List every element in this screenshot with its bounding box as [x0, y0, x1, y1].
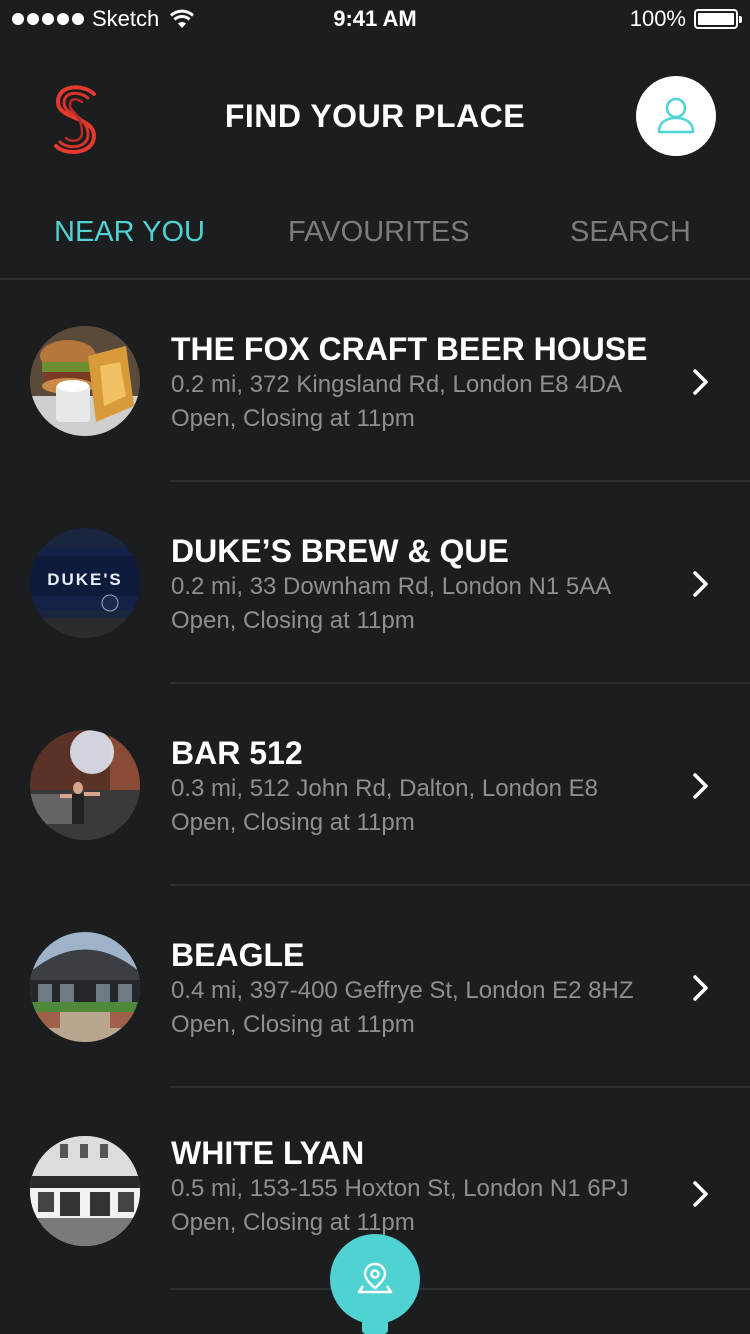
chevron-right-icon	[693, 975, 708, 1001]
place-name: WHITE LYAN	[171, 1135, 365, 1171]
place-thumbnail: DUKE'S	[30, 528, 140, 638]
place-name: THE FOX CRAFT BEER HOUSE	[171, 331, 648, 367]
tab-favourites[interactable]: FAVOURITES	[288, 216, 470, 249]
place-address: 0.5 mi, 153-155 Hoxton St, London N1 6PJ	[171, 1175, 629, 1202]
chevron-right-icon	[693, 1181, 708, 1207]
place-status: Open, Closing at 11pm	[171, 1209, 415, 1236]
chevron-right-icon	[693, 773, 708, 799]
place-thumbnail	[30, 730, 140, 840]
place-info: THE FOX CRAFT BEER HOUSE 0.2 mi, 372 Kin…	[171, 330, 647, 436]
place-status: Open, Closing at 11pm	[171, 1011, 415, 1038]
status-bar: Sketch 9:41 AM 100%	[0, 0, 750, 40]
place-info: DUKE’S BREW & QUE 0.2 mi, 33 Downham Rd,…	[171, 532, 611, 638]
place-thumbnail	[30, 932, 140, 1042]
list-item[interactable]: BEAGLE 0.4 mi, 397-400 Geffrye St, Londo…	[0, 886, 750, 1088]
chevron-right-icon	[693, 571, 708, 597]
list-item[interactable]: THE FOX CRAFT BEER HOUSE 0.2 mi, 372 Kin…	[0, 280, 750, 482]
place-thumbnail	[30, 1136, 140, 1246]
place-info: WHITE LYAN 0.5 mi, 153-155 Hoxton St, Lo…	[171, 1134, 629, 1240]
battery-icon	[694, 9, 742, 29]
status-right: 100%	[629, 6, 742, 32]
list-item[interactable]: BAR 512 0.3 mi, 512 John Rd, Dalton, Lon…	[0, 684, 750, 886]
place-info: BEAGLE 0.4 mi, 397-400 Geffrye St, Londo…	[171, 936, 634, 1042]
place-info: BAR 512 0.3 mi, 512 John Rd, Dalton, Lon…	[171, 734, 598, 840]
tab-search[interactable]: SEARCH	[570, 216, 691, 249]
chevron-right-icon	[693, 369, 708, 395]
list-item[interactable]: DUKE'S DUKE’S BREW & QUE 0.2 mi, 33 Down…	[0, 482, 750, 684]
place-name: BEAGLE	[171, 937, 305, 973]
header: FIND YOUR PLACE	[0, 60, 750, 180]
place-address: 0.3 mi, 512 John Rd, Dalton, London E8	[171, 775, 598, 802]
battery-percent: 100%	[629, 6, 686, 31]
place-name: DUKE’S BREW & QUE	[171, 533, 509, 569]
place-address: 0.4 mi, 397-400 Geffrye St, London E2 8H…	[171, 977, 634, 1004]
tab-near-you[interactable]: NEAR YOU	[54, 216, 205, 249]
place-thumbnail	[30, 326, 140, 436]
places-list: THE FOX CRAFT BEER HOUSE 0.2 mi, 372 Kin…	[0, 280, 750, 1290]
map-pin-icon	[357, 1262, 393, 1294]
map-button[interactable]	[330, 1234, 420, 1324]
place-name: BAR 512	[171, 735, 303, 771]
divider	[170, 1288, 750, 1290]
place-status: Open, Closing at 11pm	[171, 809, 415, 836]
place-address: 0.2 mi, 33 Downham Rd, London N1 5AA	[171, 573, 612, 600]
tab-bar: NEAR YOU FAVOURITES SEARCH	[0, 200, 750, 280]
place-status: Open, Closing at 11pm	[171, 405, 415, 432]
dukes-sign: DUKE'S	[47, 570, 123, 589]
user-icon	[657, 97, 695, 134]
place-address: 0.2 mi, 372 Kingsland Rd, London E8 4DA	[171, 371, 622, 398]
place-status: Open, Closing at 11pm	[171, 607, 415, 634]
profile-button[interactable]	[636, 76, 716, 156]
